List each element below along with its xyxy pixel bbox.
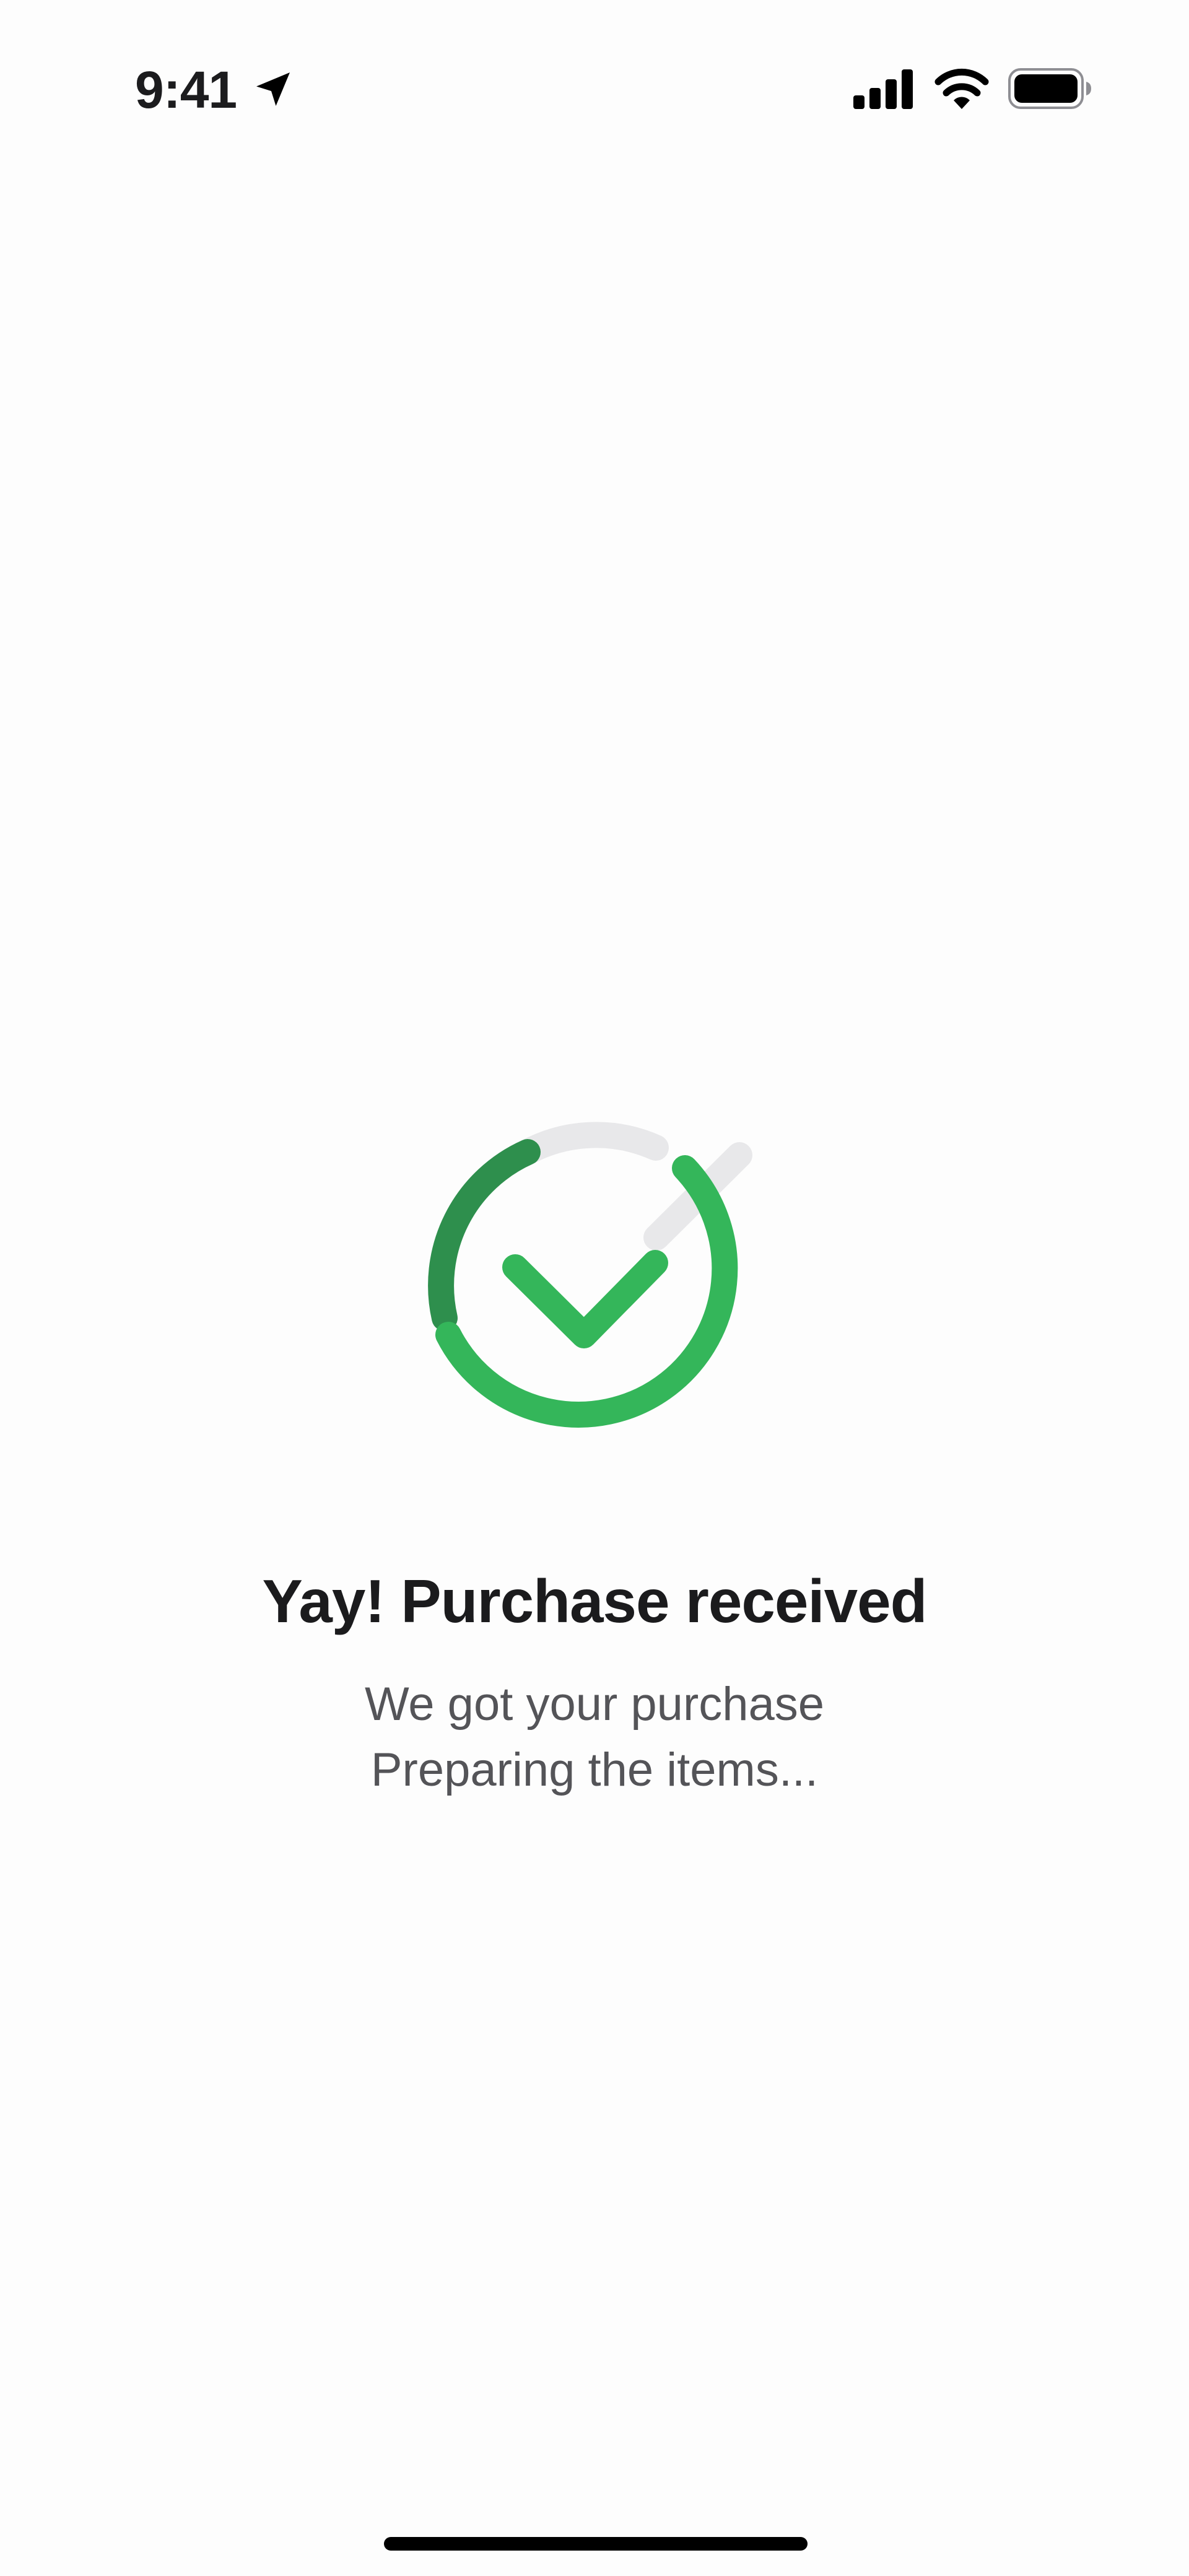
home-indicator[interactable] (384, 2537, 808, 2551)
success-message-line-1: We got your purchase (364, 1678, 825, 1731)
checkmark-circle-icon (428, 1122, 752, 1428)
progress-track (513, 1122, 669, 1166)
progress-arc-dark (428, 1139, 541, 1331)
battery-icon (1008, 68, 1091, 109)
success-message-line-2: Preparing the items... (370, 1744, 819, 1796)
check-mark (502, 1250, 668, 1348)
success-title: Yay! Purchase received (262, 1567, 927, 1635)
status-bar: 9:41 (0, 0, 1189, 173)
location-arrow-icon (256, 72, 290, 106)
status-time: 9:41 (135, 61, 237, 119)
wifi-icon (934, 68, 989, 109)
cellular-signal-icon (853, 69, 913, 109)
